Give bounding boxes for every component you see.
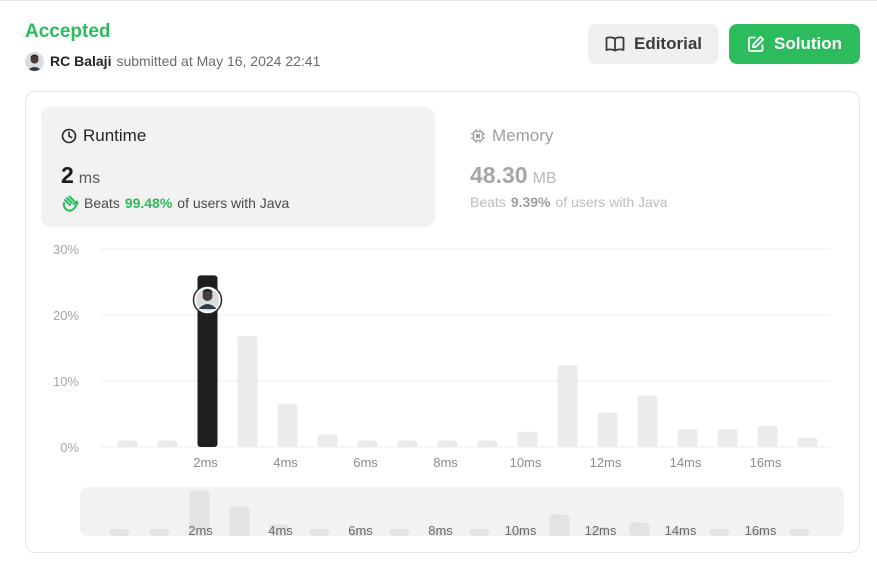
clap-hands-icon (62, 195, 79, 212)
runtime-header: Runtime (61, 126, 146, 146)
avatar[interactable] (25, 51, 44, 71)
runtime-value: 2 ms (61, 162, 101, 188)
memory-label: Memory (492, 126, 554, 145)
memory-unit: MB (532, 170, 557, 187)
runtime-unit: ms (78, 170, 101, 187)
memory-value: 48.30 MB (470, 162, 557, 188)
edit-icon (748, 35, 765, 52)
submitter-name[interactable]: RC Balaji (50, 53, 111, 69)
submitter-info: RC Balaji submitted at May 16, 2024 22:4… (25, 51, 320, 71)
solution-label: Solution (774, 34, 842, 53)
solution-button[interactable]: Solution (729, 24, 860, 64)
editorial-button[interactable]: Editorial (588, 24, 719, 64)
runtime-beats: Beats 99.48% of users with Java (61, 194, 289, 212)
memory-beats-percentage: 9.39% (510, 194, 551, 210)
memory-header[interactable]: Memory (470, 126, 553, 146)
runtime-beats-percentage: 99.48% (124, 195, 173, 211)
runtime-label: Runtime (83, 126, 147, 145)
submitted-timestamp: submitted at May 16, 2024 22:41 (116, 53, 321, 69)
editorial-label: Editorial (633, 34, 702, 53)
clock-icon (61, 128, 77, 144)
top-divider (0, 0, 877, 1)
overview-scrubber[interactable] (80, 487, 844, 536)
submission-status: Accepted (25, 21, 111, 42)
book-icon (605, 36, 625, 52)
chip-icon (471, 129, 485, 143)
memory-beats: Beats 9.39% of users with Java (470, 194, 668, 210)
